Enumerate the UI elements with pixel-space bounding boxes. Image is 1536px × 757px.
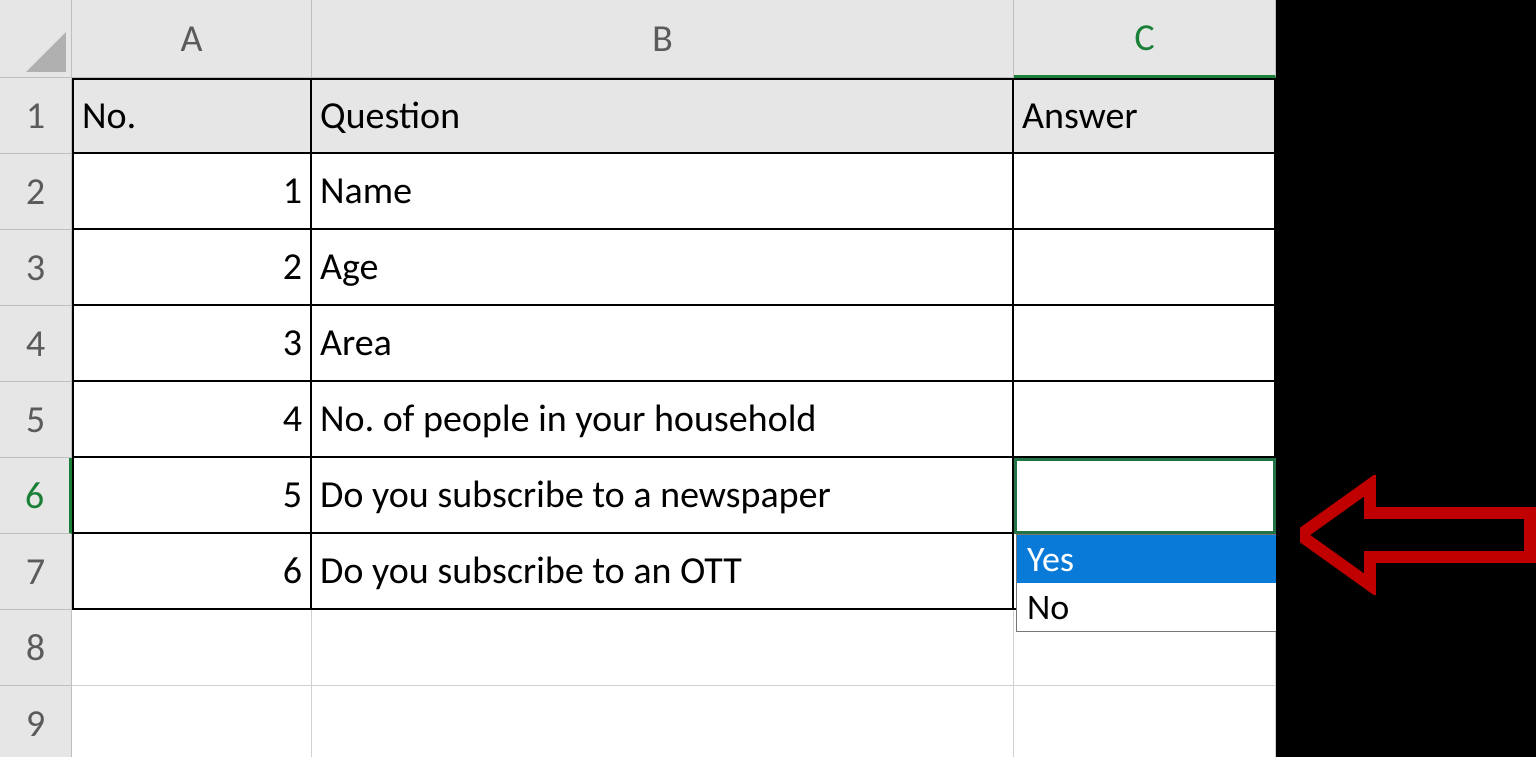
cell-A5[interactable]: 4 (72, 382, 312, 458)
cell-B1[interactable]: Question (312, 78, 1014, 154)
row-header-9[interactable]: 9 (0, 686, 72, 757)
row-header-1[interactable]: 1 (0, 78, 72, 154)
dropdown-option-yes[interactable]: Yes (1017, 535, 1295, 583)
cell-C4[interactable] (1014, 306, 1276, 382)
cell-A1[interactable]: No. (72, 78, 312, 154)
row-header-4[interactable]: 4 (0, 306, 72, 382)
select-all-triangle-icon (26, 32, 66, 72)
cell-B5[interactable]: No. of people in your household (312, 382, 1014, 458)
right-black-crop (1276, 0, 1536, 757)
cell-C9[interactable] (1014, 686, 1276, 757)
cell-A6[interactable]: 5 (72, 458, 312, 534)
cell-B8[interactable] (312, 610, 1014, 686)
row-header-8[interactable]: 8 (0, 610, 72, 686)
col-header-B[interactable]: B (312, 0, 1014, 78)
col-header-C[interactable]: C (1014, 0, 1276, 78)
row-header-7[interactable]: 7 (0, 534, 72, 610)
cell-A7[interactable]: 6 (72, 534, 312, 610)
row-header-5[interactable]: 5 (0, 382, 72, 458)
cell-C1[interactable]: Answer (1014, 78, 1276, 154)
cell-C6[interactable] (1014, 458, 1276, 534)
select-all-corner[interactable] (0, 0, 72, 78)
spreadsheet: A B C D 1 No. Question Answer 2 1 Name 3… (0, 0, 1536, 757)
cell-C3[interactable] (1014, 230, 1276, 306)
cell-C2[interactable] (1014, 154, 1276, 230)
cell-B2[interactable]: Name (312, 154, 1014, 230)
dropdown-option-no[interactable]: No (1017, 583, 1295, 631)
cell-A2[interactable]: 1 (72, 154, 312, 230)
cell-B9[interactable] (312, 686, 1014, 757)
cell-B7[interactable]: Do you subscribe to an OTT (312, 534, 1014, 610)
cell-A4[interactable]: 3 (72, 306, 312, 382)
cell-A8[interactable] (72, 610, 312, 686)
row-header-3[interactable]: 3 (0, 230, 72, 306)
cell-B4[interactable]: Area (312, 306, 1014, 382)
dropdown-list[interactable]: Yes No (1016, 534, 1296, 632)
cell-B3[interactable]: Age (312, 230, 1014, 306)
cell-C5[interactable] (1014, 382, 1276, 458)
row-header-6[interactable]: 6 (0, 458, 72, 534)
cell-B6[interactable]: Do you subscribe to a newspaper (312, 458, 1014, 534)
cell-A9[interactable] (72, 686, 312, 757)
col-header-A[interactable]: A (72, 0, 312, 78)
cell-A3[interactable]: 2 (72, 230, 312, 306)
row-header-2[interactable]: 2 (0, 154, 72, 230)
